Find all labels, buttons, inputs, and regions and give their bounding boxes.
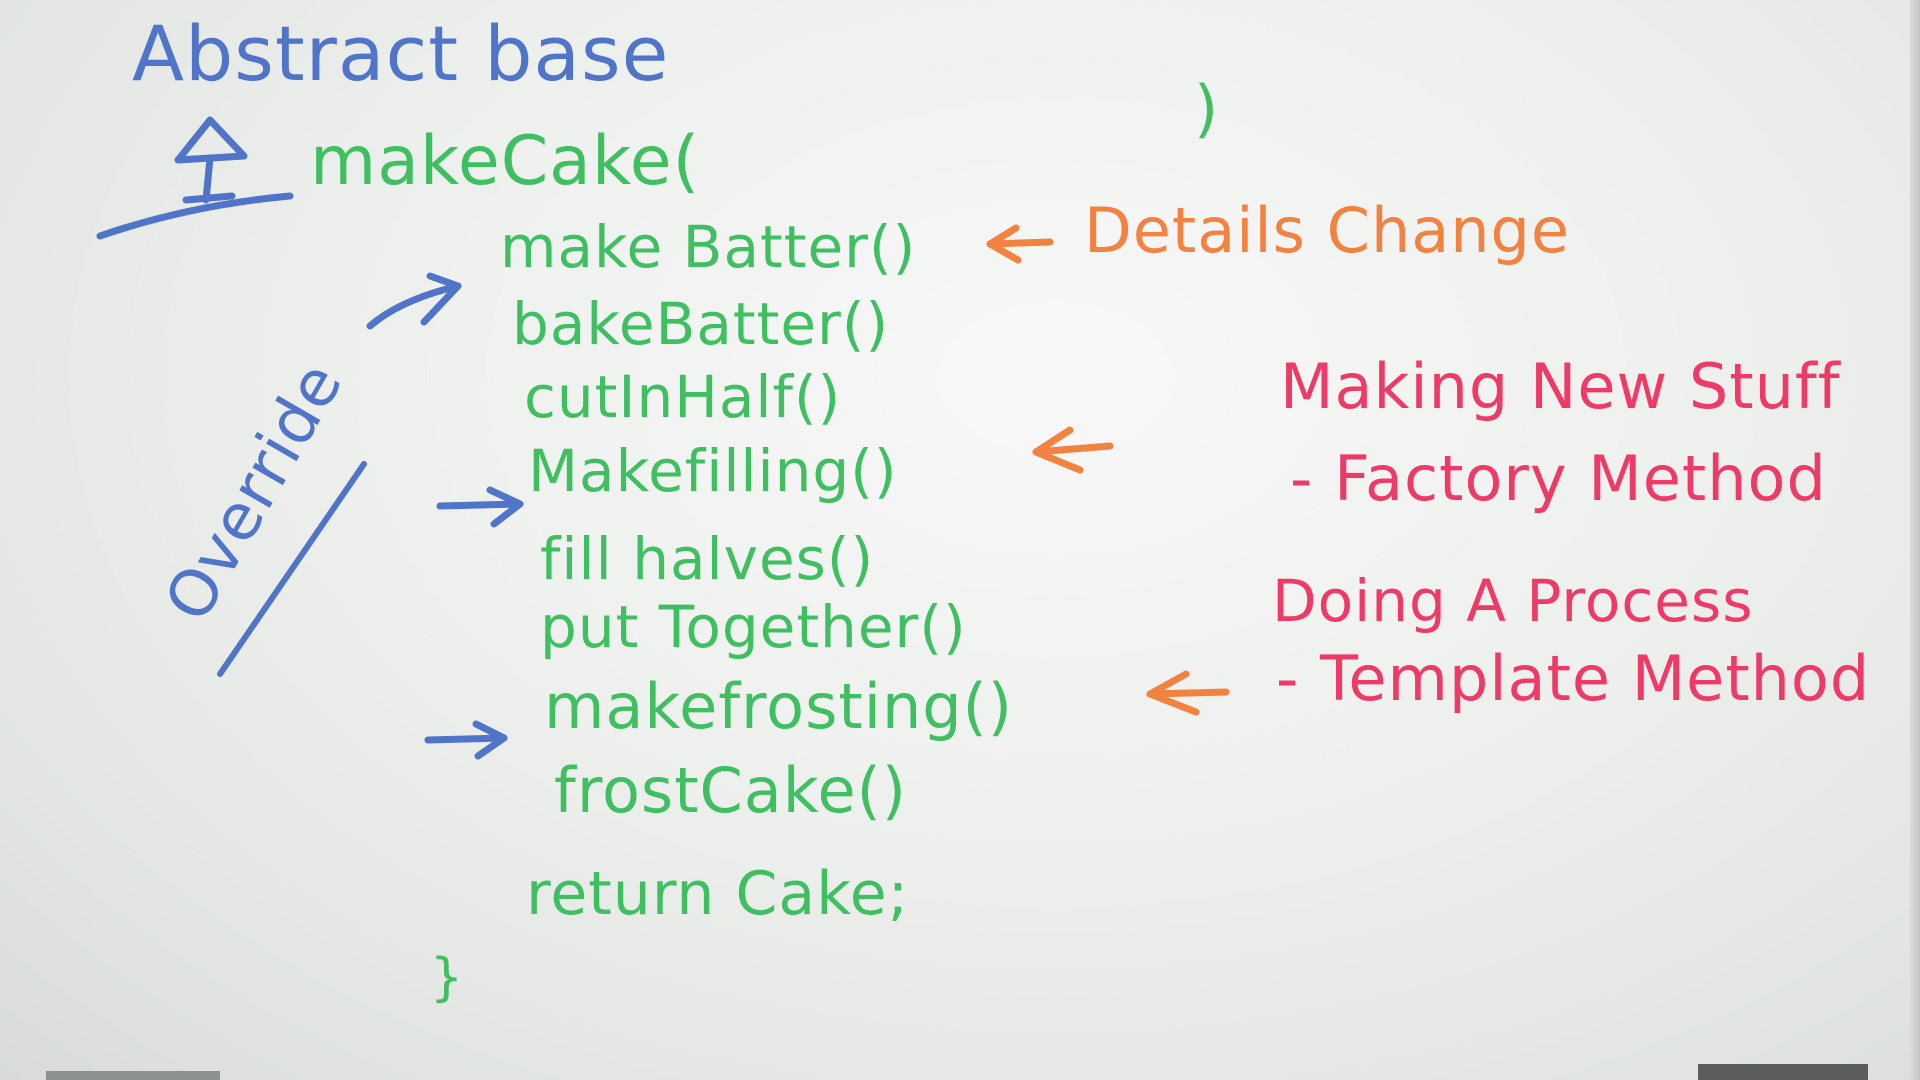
whiteboard: Abstract base makeCake( ) make Batter() … [0,0,1920,1080]
arrow-make-batter-icon [366,272,462,330]
override-divider-line [217,461,367,677]
marker-tray-right [1698,1064,1868,1080]
orange-arrow-frosting-icon [1146,670,1230,716]
arrow-make-filling-icon [436,486,524,528]
marker-tray-left [46,1071,220,1080]
orange-arrow-batter-icon [986,224,1054,264]
drawn-strokes [96,116,1230,760]
orange-arrow-filling-icon [1032,426,1114,474]
inheritance-arrow-icon [96,116,294,240]
arrow-make-frosting-icon [424,720,508,760]
